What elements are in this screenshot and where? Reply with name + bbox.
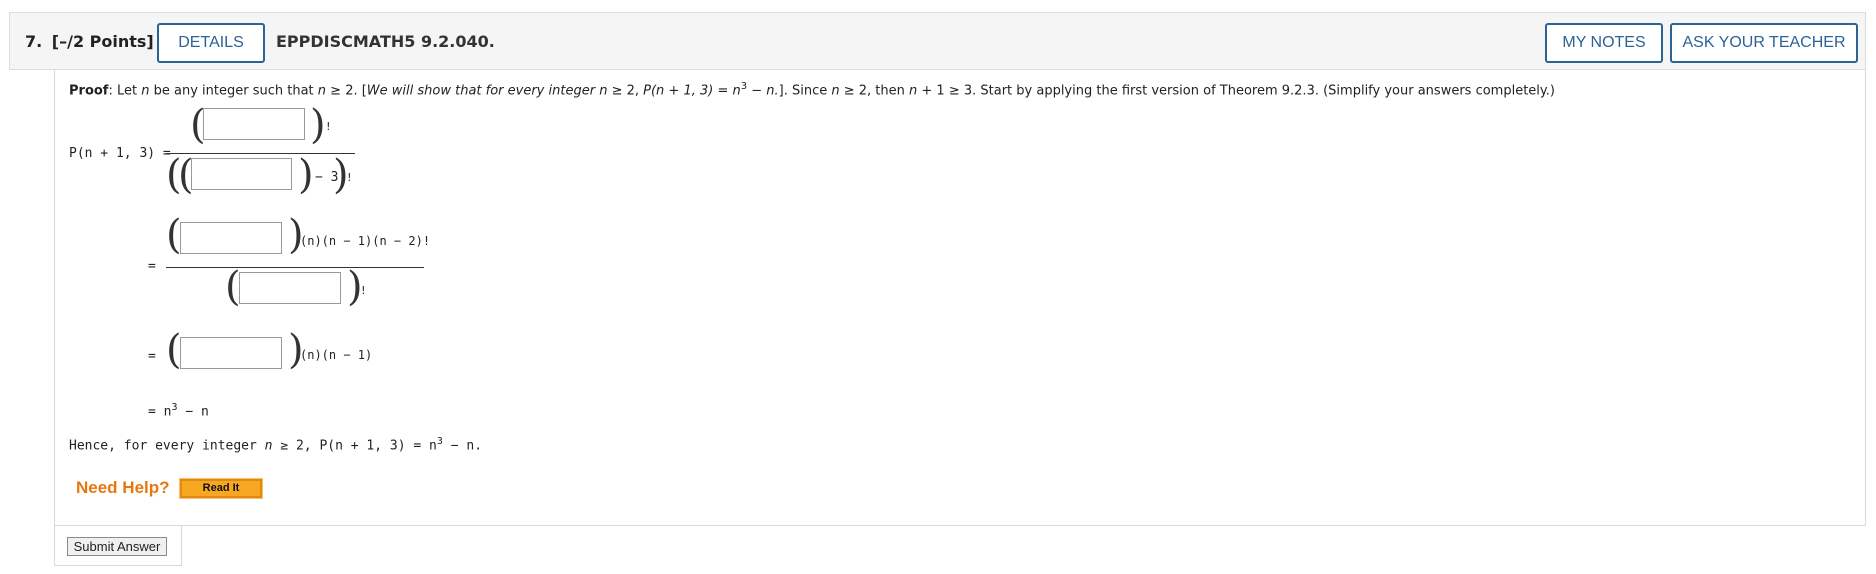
- details-button[interactable]: DETAILS: [157, 23, 265, 63]
- proof-label: Proof: [69, 83, 109, 99]
- var-n: n: [831, 83, 840, 99]
- row2-tail: (n)(n − 1)(n − 2)!: [300, 234, 431, 248]
- question-number-text: 7.: [25, 32, 43, 51]
- row4-expression: = n3 − n: [148, 402, 209, 419]
- answer-input-4[interactable]: [239, 272, 341, 304]
- row4-lhs: = n: [148, 404, 172, 420]
- conclusion-end: − n.: [442, 438, 483, 454]
- question-header: 7. [–/2 Points] DETAILS EPPDISCMATH5 9.2…: [9, 12, 1866, 70]
- proof-p-expr: P(n + 1, 3) = n: [643, 83, 741, 99]
- my-notes-button[interactable]: MY NOTES: [1545, 23, 1663, 63]
- answer-input-2[interactable]: [191, 158, 292, 190]
- proof-text-5: ]. Since: [778, 83, 832, 99]
- answer-input-5[interactable]: [180, 337, 282, 369]
- row4-tail: − n: [177, 404, 209, 420]
- answer-input-1[interactable]: [203, 108, 305, 140]
- conclusion-text: Hence, for every integer: [69, 438, 265, 454]
- question-code: EPPDISCMATH5 9.2.040.: [276, 32, 495, 51]
- proof-text-1: : Let: [108, 83, 142, 99]
- read-it-button[interactable]: Read It: [179, 478, 263, 499]
- ask-teacher-button[interactable]: ASK YOUR TEACHER: [1670, 23, 1858, 63]
- factorial-sign: !: [325, 120, 332, 133]
- need-help-label: Need Help?: [76, 478, 170, 497]
- fraction-bar: [166, 267, 424, 268]
- answer-input-3[interactable]: [180, 222, 282, 254]
- proof-statement: Proof: Let n be any integer such that n …: [69, 81, 1555, 98]
- proof-text-7: + 1 ≥ 3. Start by applying the first ver…: [917, 83, 1555, 99]
- row3-tail: (n)(n − 1): [300, 348, 373, 362]
- equals-sign: =: [148, 259, 156, 274]
- proof-claim: We will show that for every integer: [366, 83, 600, 99]
- points-text: [–/2 Points]: [51, 32, 154, 51]
- fraction-bar: [166, 153, 355, 154]
- lhs-expression: P(n + 1, 3) =: [69, 146, 171, 161]
- factorial-sign: !: [360, 284, 367, 297]
- right-paren: ): [310, 102, 326, 148]
- var-n: n: [317, 83, 327, 99]
- proof-text-2: be any integer such that: [149, 83, 318, 99]
- submit-answer-button[interactable]: Submit Answer: [67, 537, 167, 556]
- proof-text-6: ≥ 2, then: [839, 83, 910, 99]
- conclusion-tail: ≥ 2, P(n + 1, 3) = n: [272, 438, 437, 454]
- right-paren: ): [298, 152, 314, 198]
- proof-minus-n: − n.: [747, 83, 779, 99]
- question-number: 7. [–/2 Points]: [25, 32, 154, 51]
- proof-text-4: ≥ 2,: [607, 83, 644, 99]
- conclusion: Hence, for every integer n ≥ 2, P(n + 1,…: [69, 436, 482, 453]
- var-n: n: [264, 438, 273, 454]
- factorial-sign: !: [346, 171, 353, 184]
- equals-sign: =: [148, 349, 156, 364]
- proof-text-3: ≥ 2. [: [326, 83, 367, 99]
